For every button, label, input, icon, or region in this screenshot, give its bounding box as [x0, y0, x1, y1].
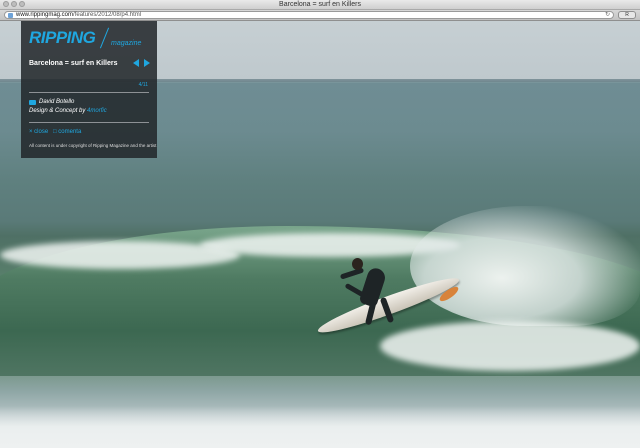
shore-foam	[0, 406, 640, 448]
credit-link[interactable]: 4morfic	[87, 108, 107, 114]
camera-icon	[29, 100, 36, 105]
address-bar[interactable]: www.rippingmag.com/features/2012/08/p4.h…	[4, 11, 614, 19]
next-arrow-icon[interactable]	[144, 59, 150, 67]
divider	[29, 92, 149, 93]
divider	[29, 122, 149, 123]
magazine-panel: RIPPING magazine Barcelona = surf en Kil…	[21, 21, 157, 158]
logo-slash	[99, 27, 110, 49]
article-title: Barcelona = surf en Killers	[29, 60, 118, 67]
browser-toolbar: www.rippingmag.com/features/2012/08/p4.h…	[0, 10, 640, 21]
close-link[interactable]: × close	[29, 129, 48, 135]
site-favicon-icon	[8, 13, 13, 18]
logo-subtitle: magazine	[111, 40, 142, 47]
wave-spray	[410, 206, 640, 326]
surfer-head	[352, 258, 363, 270]
url-text[interactable]: www.rippingmag.com/features/2012/08/p4.h…	[16, 12, 141, 19]
whitewater	[380, 321, 640, 371]
reload-icon[interactable]: ↻	[605, 12, 610, 19]
ripping-logo[interactable]: RIPPING	[29, 28, 96, 48]
window-title: Barcelona = surf en Killers	[279, 1, 361, 8]
copyright-notice: All content is under copyright of Rippin…	[29, 143, 157, 148]
previous-arrow-icon[interactable]	[133, 59, 139, 67]
photographer-name: David Botello	[39, 99, 75, 105]
reader-button[interactable]: R	[618, 11, 636, 19]
title-bar: Barcelona = surf en Killers	[0, 0, 640, 10]
design-credit: Design & Concept by 4morfic	[29, 108, 107, 114]
page-counter: 4/11	[138, 82, 148, 88]
comments-link[interactable]: □ comenta	[53, 129, 81, 135]
